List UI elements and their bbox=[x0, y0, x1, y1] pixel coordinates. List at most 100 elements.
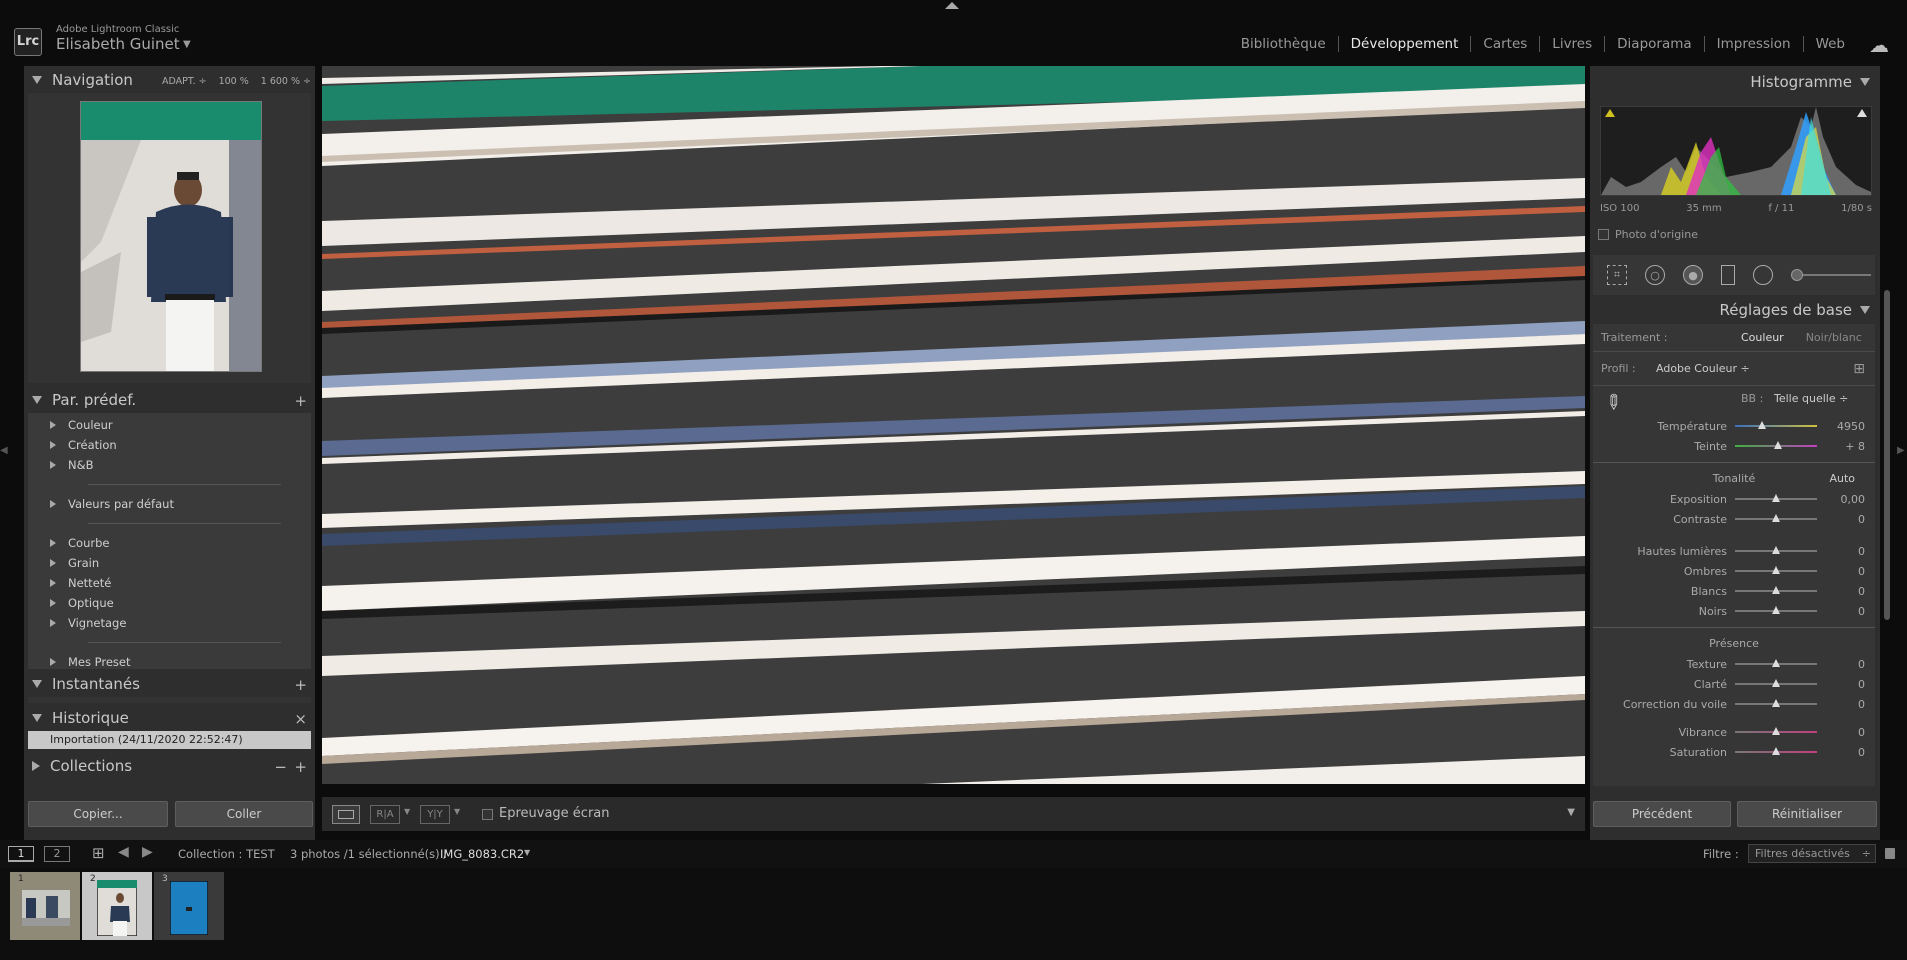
slider-track[interactable] bbox=[1735, 727, 1817, 735]
preset-group-item[interactable]: Optique bbox=[28, 593, 311, 613]
slider-handle[interactable] bbox=[1772, 727, 1780, 735]
current-filename[interactable]: IMG_8083.CR2 bbox=[440, 847, 524, 861]
module-1[interactable]: Développement bbox=[1339, 36, 1472, 52]
slider-value[interactable]: 0 bbox=[1817, 513, 1865, 526]
slider-handle[interactable] bbox=[1772, 606, 1780, 614]
expand-icon[interactable] bbox=[50, 421, 56, 429]
slider-track[interactable] bbox=[1735, 566, 1817, 574]
slider-handle[interactable] bbox=[1772, 659, 1780, 667]
loupe-view-button[interactable] bbox=[332, 805, 360, 824]
develop-image-canvas[interactable] bbox=[322, 66, 1585, 784]
treatment-color-option[interactable]: Couleur bbox=[1741, 331, 1784, 344]
module-3[interactable]: Livres bbox=[1540, 36, 1606, 52]
eyedropper-icon[interactable]: ✎ bbox=[1599, 388, 1628, 417]
slider-track[interactable] bbox=[1735, 586, 1817, 594]
expand-icon[interactable] bbox=[50, 461, 56, 469]
slider-handle[interactable] bbox=[1772, 679, 1780, 687]
filmstrip-thumb-3[interactable]: 3 bbox=[154, 872, 224, 940]
preset-group-item[interactable]: Couleur bbox=[28, 415, 311, 435]
expand-icon[interactable] bbox=[50, 658, 56, 666]
slider-track[interactable] bbox=[1735, 699, 1817, 707]
history-header[interactable]: Historique × bbox=[24, 705, 315, 731]
before-after-dropdown-icon[interactable]: ▼ bbox=[404, 807, 410, 816]
slider-value[interactable]: 0 bbox=[1817, 726, 1865, 739]
expand-icon[interactable] bbox=[50, 441, 56, 449]
before-after-button[interactable]: R|A bbox=[370, 805, 400, 824]
grid-view-icon[interactable]: ⊞ bbox=[92, 844, 105, 862]
remove-collection-button[interactable]: − bbox=[274, 758, 287, 776]
screen-1-button[interactable]: 1 bbox=[8, 846, 34, 862]
profile-browser-icon[interactable]: ⊞ bbox=[1853, 361, 1865, 377]
slider-handle[interactable] bbox=[1772, 566, 1780, 574]
snapshots-header[interactable]: Instantanés + bbox=[24, 671, 315, 697]
left-panel-toggle-icon[interactable]: ◀ bbox=[0, 445, 8, 456]
module-5[interactable]: Impression bbox=[1705, 36, 1804, 52]
slider-handle[interactable] bbox=[1772, 699, 1780, 707]
preset-group-item[interactable]: Vignetage bbox=[28, 613, 311, 633]
slider-handle[interactable] bbox=[1772, 586, 1780, 594]
basic-header[interactable]: Réglages de base bbox=[1590, 297, 1880, 323]
original-photo-checkbox[interactable] bbox=[1598, 229, 1609, 240]
spot-removal-icon[interactable]: ○ bbox=[1645, 265, 1665, 285]
slider-track[interactable] bbox=[1735, 659, 1817, 667]
slider-value[interactable]: + 8 bbox=[1817, 440, 1865, 453]
cloud-sync-icon[interactable]: ☁ bbox=[1869, 33, 1889, 57]
zoom-fit-option[interactable]: ADAPT. ÷ bbox=[162, 76, 207, 87]
slider-value[interactable]: 0 bbox=[1817, 565, 1865, 578]
back-arrow-icon[interactable]: ◀ bbox=[118, 844, 129, 860]
graduated-filter-icon[interactable] bbox=[1721, 265, 1735, 285]
slider-handle[interactable] bbox=[1772, 514, 1780, 522]
slider-value[interactable]: 0 bbox=[1817, 746, 1865, 759]
expand-icon[interactable] bbox=[50, 619, 56, 627]
add-collection-button[interactable]: + bbox=[294, 758, 307, 776]
history-item[interactable]: Importation (24/11/2020 22:52:47) bbox=[28, 731, 311, 749]
identity-dropdown-icon[interactable]: ▼ bbox=[183, 39, 191, 50]
right-panel-toggle-icon[interactable]: ▶ bbox=[1897, 445, 1905, 456]
histogram-header[interactable]: Histogramme bbox=[1590, 69, 1880, 95]
zoom-100-option[interactable]: 100 % bbox=[219, 76, 249, 87]
slider-track[interactable] bbox=[1735, 679, 1817, 687]
slider-handle[interactable] bbox=[1772, 546, 1780, 554]
slider-track[interactable] bbox=[1735, 421, 1817, 429]
soft-proof-checkbox[interactable] bbox=[482, 809, 493, 820]
user-name[interactable]: Elisabeth Guinet bbox=[56, 35, 180, 53]
slider-track[interactable] bbox=[1735, 747, 1817, 755]
zoom-custom-option[interactable]: 1 600 % ÷ bbox=[261, 76, 311, 87]
right-panel-scrollbar[interactable] bbox=[1884, 290, 1890, 620]
auto-tone-button[interactable]: Auto bbox=[1829, 472, 1855, 485]
preset-group-item[interactable]: Netteté bbox=[28, 573, 311, 593]
slider-value[interactable]: 0 bbox=[1817, 678, 1865, 691]
screen-2-button[interactable]: 2 bbox=[44, 846, 70, 862]
preset-group-item[interactable]: Grain bbox=[28, 553, 311, 573]
previous-button[interactable]: Précédent bbox=[1593, 801, 1731, 827]
navigation-header[interactable]: Navigation ADAPT. ÷ 100 % 1 600 % ÷ bbox=[24, 67, 315, 93]
slider-handle[interactable] bbox=[1773, 441, 1782, 449]
filmstrip-thumb-1[interactable]: 1 bbox=[10, 872, 80, 940]
slider-value[interactable]: 0,00 bbox=[1817, 493, 1866, 506]
radial-filter-icon[interactable] bbox=[1753, 265, 1773, 285]
filter-lock-icon[interactable] bbox=[1885, 848, 1895, 859]
slider-track[interactable] bbox=[1735, 514, 1817, 522]
expand-icon[interactable] bbox=[50, 559, 56, 567]
slider-handle[interactable] bbox=[1772, 494, 1780, 502]
split-dropdown-icon[interactable]: ▼ bbox=[454, 807, 460, 816]
preset-group-item[interactable]: Courbe bbox=[28, 533, 311, 553]
slider-value[interactable]: 0 bbox=[1817, 698, 1865, 711]
preset-group-item[interactable]: Valeurs par défaut bbox=[28, 494, 311, 514]
copy-button[interactable]: Copier... bbox=[28, 801, 168, 827]
slider-value[interactable]: 0 bbox=[1817, 545, 1865, 558]
expand-icon[interactable] bbox=[50, 579, 56, 587]
module-4[interactable]: Diaporama bbox=[1605, 36, 1705, 52]
slider-handle[interactable] bbox=[1758, 421, 1767, 429]
toolbar-content-dropdown-icon[interactable]: ▼ bbox=[1567, 807, 1575, 818]
add-snapshot-button[interactable]: + bbox=[294, 676, 307, 694]
preset-group-item[interactable]: Mes Preset bbox=[28, 652, 311, 669]
expand-icon[interactable] bbox=[50, 599, 56, 607]
red-eye-icon[interactable]: ● bbox=[1683, 265, 1703, 285]
slider-handle[interactable] bbox=[1772, 747, 1780, 755]
module-0[interactable]: Bibliothèque bbox=[1229, 36, 1339, 52]
wb-dropdown[interactable]: Telle quelle ÷ bbox=[1774, 392, 1848, 405]
presets-header[interactable]: Par. prédef. + bbox=[24, 387, 315, 413]
navigator-thumbnail[interactable] bbox=[80, 101, 262, 372]
reset-button[interactable]: Réinitialiser bbox=[1737, 801, 1877, 827]
